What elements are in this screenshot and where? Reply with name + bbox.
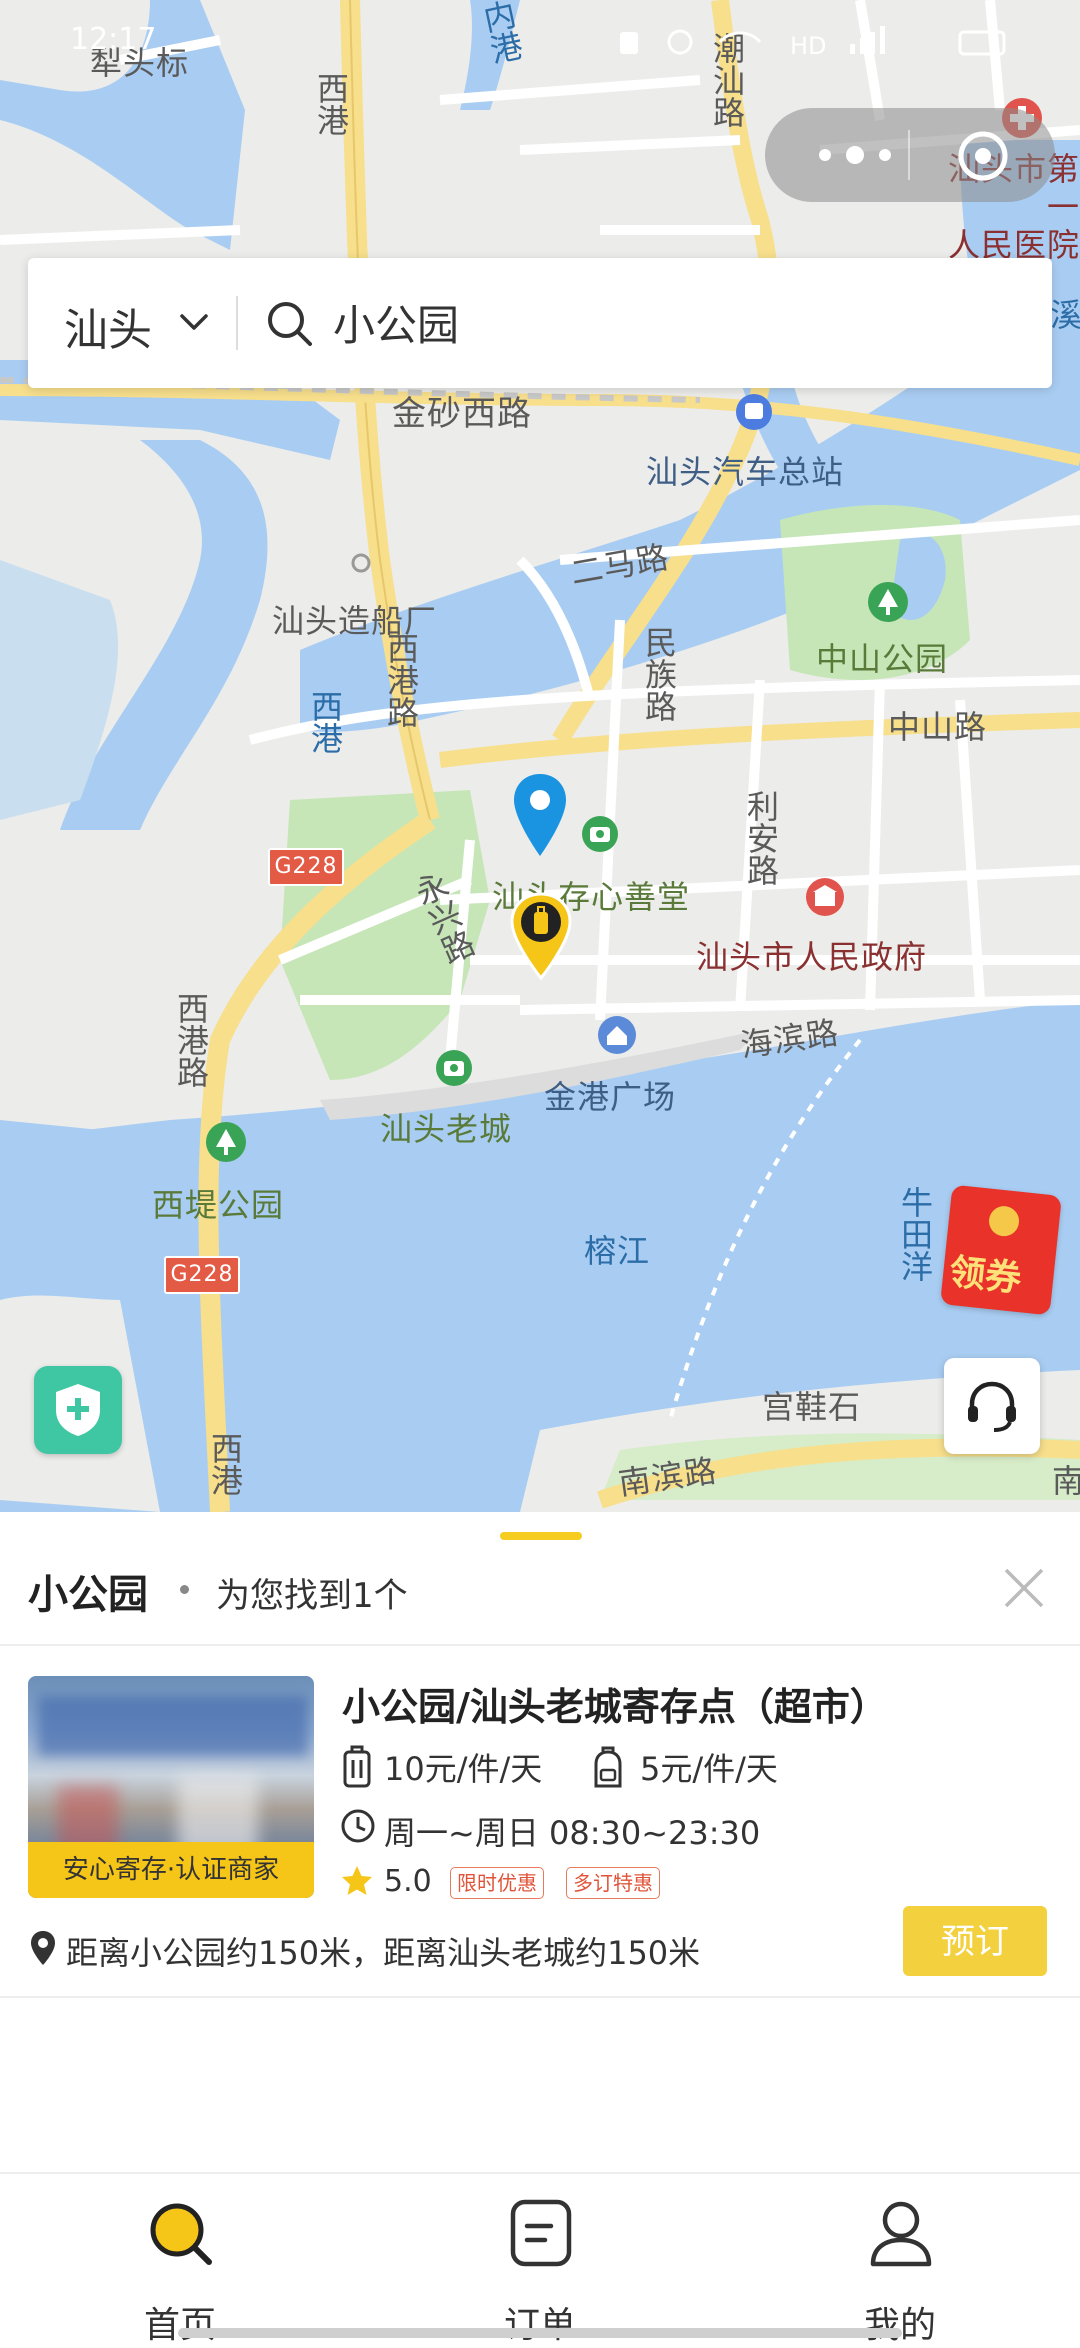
bottom-nav: 首页 订单 我的 bbox=[0, 2172, 1080, 2346]
nav-home[interactable]: 首页 bbox=[0, 2174, 360, 2346]
capsule-divider bbox=[908, 130, 910, 180]
map-label: 榕江 bbox=[584, 1232, 651, 1270]
opening-hours: 周一~周日 08:30~23:30 bbox=[384, 1814, 761, 1852]
customer-service-button[interactable] bbox=[944, 1358, 1040, 1454]
price-bag: 5元/件/天 bbox=[640, 1750, 778, 1788]
search-icon bbox=[268, 302, 312, 346]
chevron-down-icon[interactable] bbox=[176, 304, 212, 340]
park-tree-icon bbox=[868, 582, 908, 622]
divider bbox=[0, 1644, 1080, 1646]
coupon-button[interactable]: 领券 bbox=[940, 1184, 1062, 1316]
storage-marker-icon[interactable] bbox=[506, 890, 576, 982]
map-label: 利安路 bbox=[742, 790, 780, 886]
distance-text: 距离小公园约150米，距离汕头老城约150米 bbox=[66, 1934, 701, 1972]
close-miniprogram-icon[interactable] bbox=[955, 128, 1011, 184]
map-canvas bbox=[0, 0, 1080, 1512]
map-label: 汕头汽车总站 bbox=[646, 453, 845, 491]
divider bbox=[0, 1996, 1080, 1998]
square-home-icon bbox=[598, 1016, 636, 1054]
certified-badge: 安心寄存·认证商家 bbox=[28, 1842, 314, 1898]
nav-mine-label: 我的 bbox=[863, 2305, 936, 2346]
map-highway-shield: G228 bbox=[164, 1256, 240, 1294]
map-label: 西港 bbox=[206, 1432, 244, 1496]
result-count: 为您找到1个 bbox=[216, 1576, 408, 1616]
promo-tag: 限时优惠 bbox=[450, 1867, 544, 1899]
rating-value: 5.0 bbox=[384, 1864, 432, 1899]
nav-home-label: 首页 bbox=[143, 2305, 216, 2346]
map-label: 西港 bbox=[306, 690, 344, 754]
status-icons: HD bbox=[620, 26, 1006, 60]
map-highway-shield: G228 bbox=[268, 848, 344, 886]
search-divider bbox=[236, 296, 238, 350]
home-indicator bbox=[178, 2328, 902, 2338]
map-label: 西港路 bbox=[172, 992, 210, 1088]
close-icon[interactable] bbox=[998, 1562, 1050, 1614]
government-icon bbox=[806, 878, 844, 916]
more-dots-icon[interactable] bbox=[805, 140, 915, 170]
shop-thumbnail[interactable]: 安心寄存·认证商家 bbox=[28, 1676, 314, 1898]
bus-station-icon bbox=[736, 394, 772, 430]
map-label: 溪 bbox=[1050, 296, 1080, 334]
poi-dot-icon bbox=[351, 553, 371, 573]
search-bar: 汕头 bbox=[28, 258, 1052, 388]
map-label: 西港 bbox=[312, 72, 350, 136]
coupon-label: 领券 bbox=[947, 1251, 1024, 1301]
shield-plus-icon bbox=[56, 1384, 100, 1436]
backpack-icon bbox=[594, 1746, 622, 1788]
map-label: 汕头市人民政府 bbox=[696, 938, 928, 976]
coupon-seal-icon bbox=[987, 1204, 1021, 1238]
shop-name[interactable]: 小公园/汕头老城寄存点（超市） bbox=[342, 1676, 888, 1731]
park-tree-icon bbox=[206, 1122, 246, 1162]
user-icon bbox=[870, 2201, 932, 2267]
map-label: 金砂西路 bbox=[392, 394, 532, 434]
map-label: 民族路 bbox=[640, 626, 678, 722]
separator-dot bbox=[180, 1585, 189, 1594]
map-label: 西堤公园 bbox=[152, 1186, 285, 1224]
orders-icon bbox=[510, 2199, 572, 2267]
city-selector[interactable]: 汕头 bbox=[64, 294, 152, 358]
status-time: 12:17 bbox=[70, 22, 157, 57]
scenic-camera-icon bbox=[436, 1050, 472, 1086]
map-label: 牛田洋 bbox=[896, 1186, 934, 1282]
nav-mine[interactable]: 我的 bbox=[720, 2174, 1080, 2346]
search-input[interactable] bbox=[333, 290, 973, 354]
svg-text:HD: HD bbox=[790, 32, 827, 60]
panel-drag-handle[interactable] bbox=[500, 1532, 582, 1540]
nav-orders[interactable]: 订单 bbox=[360, 2174, 720, 2346]
home-search-icon bbox=[150, 2203, 212, 2265]
map-view[interactable]: 犁头标 西港 内港 潮汕路 汕头市第一 人民医院 金砂西路 汕头汽车总站 二马路… bbox=[0, 0, 1080, 1512]
map-label: 宫鞋石 bbox=[762, 1388, 862, 1426]
nav-orders-label: 订单 bbox=[503, 2305, 576, 2346]
suitcase-icon bbox=[343, 1745, 371, 1788]
book-button[interactable]: 预订 bbox=[903, 1906, 1047, 1976]
location-icon bbox=[31, 1931, 55, 1965]
map-label: 中山路 bbox=[888, 708, 988, 746]
promo-tag: 多订特惠 bbox=[566, 1867, 660, 1899]
star-icon bbox=[342, 1866, 372, 1895]
map-label: 西港路 bbox=[382, 632, 420, 728]
map-label: 汕头老城 bbox=[380, 1110, 513, 1148]
status-bar: 12:17 HD bbox=[0, 0, 1080, 80]
panel-title: 小公园 bbox=[28, 1572, 148, 1618]
location-pin-icon bbox=[514, 774, 566, 856]
safety-shield-button[interactable] bbox=[34, 1366, 122, 1454]
map-label-park: 中山公园 bbox=[816, 640, 949, 678]
clock-icon bbox=[341, 1809, 375, 1843]
map-label: 金港广场 bbox=[544, 1078, 677, 1116]
price-luggage: 10元/件/天 bbox=[384, 1750, 543, 1788]
map-label: 南 bbox=[1052, 1462, 1080, 1500]
miniprogram-capsule[interactable] bbox=[765, 108, 1055, 202]
scenic-camera-icon bbox=[582, 816, 618, 852]
headset-icon bbox=[968, 1381, 1016, 1432]
